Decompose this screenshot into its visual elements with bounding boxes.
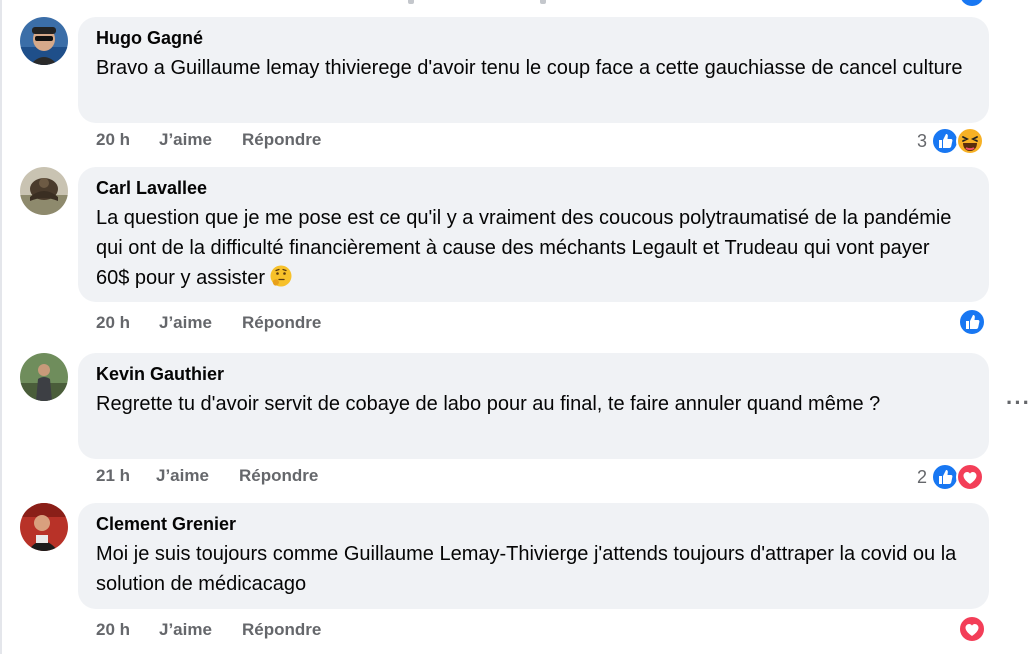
comment-text-body: La question que je me pose est ce qu'il … (96, 207, 952, 289)
reaction-summary[interactable] (956, 308, 988, 336)
comment-timestamp[interactable]: 20 h (96, 312, 130, 334)
comment-timestamp[interactable]: 20 h (96, 619, 130, 641)
comment-text: Moi je suis toujours comme Guillaume Lem… (96, 543, 957, 595)
previous-comment-fragment (408, 0, 414, 4)
comment-author[interactable]: Kevin Gauthier (96, 363, 971, 385)
comment-bubble: Carl Lavallee La question que je me pose… (78, 167, 989, 302)
comment-text: Bravo a Guillaume lemay thivierege d'avo… (96, 57, 963, 79)
reply-button[interactable]: Répondre (242, 129, 321, 151)
comment-bubble: Hugo Gagné Bravo a Guillaume lemay thivi… (78, 17, 989, 123)
avatar[interactable] (20, 503, 68, 551)
laughing-emoji-icon (956, 127, 984, 155)
like-button[interactable]: J’aime (159, 619, 212, 641)
avatar[interactable] (20, 353, 68, 401)
avatar[interactable] (20, 167, 68, 215)
more-options-button[interactable]: ··· (1006, 390, 1028, 416)
like-button[interactable]: J’aime (159, 129, 212, 151)
thinking-face-emoji (270, 265, 292, 287)
reaction-summary[interactable]: 3 (914, 127, 986, 155)
like-button[interactable]: J’aime (159, 312, 212, 334)
reaction-summary[interactable]: 2 (914, 463, 986, 491)
comment-author[interactable]: Carl Lavallee (96, 177, 971, 199)
love-heart-icon (956, 463, 984, 491)
like-button[interactable]: J’aime (156, 465, 209, 487)
comment-text: La question que je me pose est ce qu'il … (96, 203, 968, 293)
reaction-count: 2 (917, 467, 928, 487)
avatar[interactable] (20, 17, 68, 65)
comment-bubble: Clement Grenier Moi je suis toujours com… (78, 503, 989, 609)
reaction-count: 3 (917, 131, 928, 151)
previous-comment-fragment (540, 0, 546, 4)
reply-button[interactable]: Répondre (242, 619, 321, 641)
reaction-summary[interactable] (956, 615, 988, 643)
like-icon (931, 127, 959, 155)
previous-reaction-like-icon[interactable] (960, 0, 984, 6)
reply-button[interactable]: Répondre (239, 465, 318, 487)
love-heart-icon (958, 615, 986, 643)
comment-text: Regrette tu d'avoir servit de cobaye de … (96, 393, 881, 415)
like-icon (958, 308, 986, 336)
comment-author[interactable]: Clement Grenier (96, 513, 971, 535)
comment-bubble: Kevin Gauthier Regrette tu d'avoir servi… (78, 353, 989, 459)
comment-timestamp[interactable]: 20 h (96, 129, 130, 151)
page-left-border (0, 0, 2, 654)
reply-button[interactable]: Répondre (242, 312, 321, 334)
comment-timestamp[interactable]: 21 h (96, 465, 130, 487)
comment-author[interactable]: Hugo Gagné (96, 27, 971, 49)
like-icon (931, 463, 959, 491)
